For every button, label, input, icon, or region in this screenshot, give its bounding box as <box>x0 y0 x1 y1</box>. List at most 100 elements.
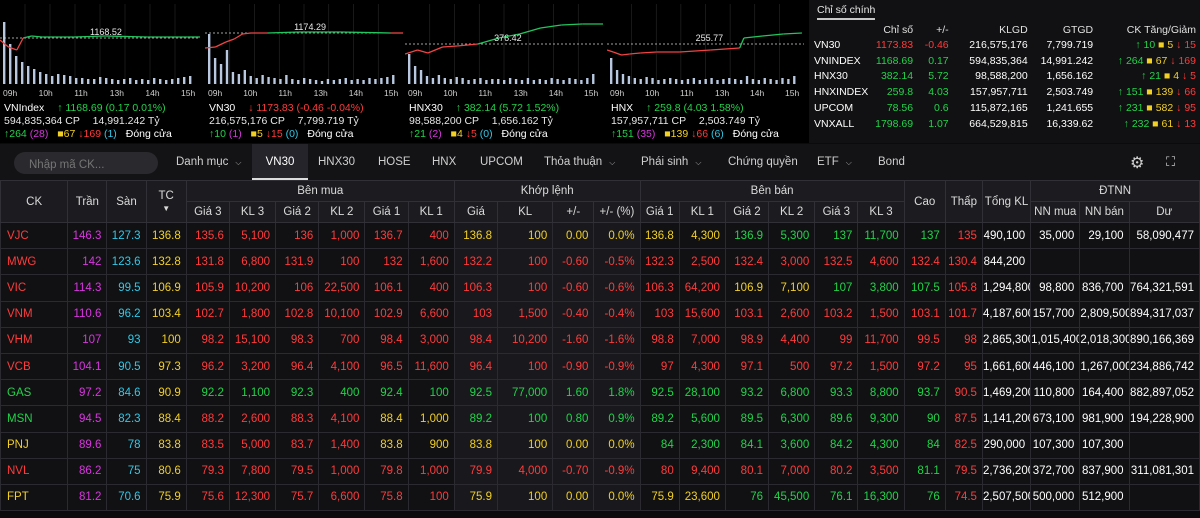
price-cell[interactable]: -0.5% <box>593 248 641 276</box>
price-cell[interactable]: 136.7 <box>364 221 409 250</box>
price-cell[interactable]: 97.3 <box>145 352 187 381</box>
price-cell[interactable]: 98 <box>944 326 983 354</box>
index-chart-vnindex[interactable]: 1168.52 09h 10h 11h 13h 14h 15h VNIndex ↑ 1168… <box>0 0 200 143</box>
price-cell[interactable]: 3,500 <box>857 457 905 485</box>
price-cell[interactable]: 107 <box>67 326 108 354</box>
gear-icon[interactable]: ⚙ <box>1130 153 1144 173</box>
price-cell[interactable]: 88.2 <box>185 405 230 433</box>
price-cell[interactable]: 234,886,742 <box>1128 352 1200 381</box>
subheader-gi-1[interactable]: Giá 1 <box>639 201 680 223</box>
price-cell[interactable]: 136.9 <box>724 221 770 250</box>
price-cell[interactable] <box>1128 483 1200 512</box>
price-cell[interactable]: 92.5 <box>639 379 680 407</box>
price-cell[interactable]: 100 <box>496 248 554 276</box>
price-cell[interactable]: 6,600 <box>407 300 455 328</box>
price-cell[interactable]: 157,700 <box>1030 300 1081 328</box>
price-cell[interactable]: 132.5 <box>814 248 859 276</box>
price-cell[interactable]: 4,100 <box>318 352 366 381</box>
price-cell[interactable]: 131.9 <box>275 248 320 276</box>
price-cell[interactable]: 110,800 <box>1030 379 1081 407</box>
price-cell[interactable]: 6,300 <box>768 405 816 433</box>
price-cell[interactable]: 101.7 <box>944 300 983 328</box>
price-cell[interactable]: 84.2 <box>814 431 859 459</box>
price-cell[interactable]: 90.5 <box>106 352 147 381</box>
tab-phái-sinh[interactable]: Phái sinh ⌵ <box>641 144 701 180</box>
stock-symbol[interactable]: GAS <box>0 379 69 407</box>
price-cell[interactable]: 98,800 <box>1030 274 1081 302</box>
price-cell[interactable]: 3,600 <box>768 431 816 459</box>
price-cell[interactable]: 103.4 <box>145 300 187 328</box>
price-cell[interactable]: 0.0% <box>593 221 641 250</box>
price-cell[interactable] <box>1030 248 1081 276</box>
col-high[interactable]: Cao <box>903 180 946 223</box>
price-cell[interactable]: 83.7 <box>275 431 320 459</box>
price-cell[interactable]: 764,321,591 <box>1128 274 1200 302</box>
index-panel-row[interactable]: HNXINDEX 259.8 4.03 157,957,711 2,503.74… <box>809 84 1200 100</box>
subheader-d-[interactable]: Dư <box>1128 201 1200 223</box>
price-cell[interactable]: 82.5 <box>944 431 983 459</box>
price-cell[interactable]: 96.4 <box>275 352 320 381</box>
price-cell[interactable]: 10,100 <box>318 300 366 328</box>
subheader-kl-2[interactable]: KL 2 <box>318 201 366 223</box>
stock-symbol[interactable]: MSN <box>0 405 69 433</box>
price-cell[interactable]: 15,100 <box>228 326 277 354</box>
price-cell[interactable]: 106.9 <box>724 274 770 302</box>
price-cell[interactable]: 0.9% <box>593 405 641 433</box>
price-cell[interactable]: 107,300 <box>1079 431 1130 459</box>
price-cell[interactable]: 81.1 <box>903 457 946 485</box>
price-cell[interactable]: 89.6 <box>814 405 859 433</box>
price-cell[interactable]: 83.8 <box>145 431 187 459</box>
price-cell[interactable]: 132 <box>364 248 409 276</box>
col-floor[interactable]: Sàn <box>106 180 147 223</box>
price-cell[interactable]: 1.60 <box>552 379 595 407</box>
price-cell[interactable]: 4,300 <box>678 221 726 250</box>
price-cell[interactable]: -0.60 <box>552 274 595 302</box>
price-cell[interactable]: 35,000 <box>1030 221 1081 250</box>
price-cell[interactable]: 136.8 <box>145 221 187 250</box>
price-cell[interactable]: 107.5 <box>903 274 946 302</box>
price-cell[interactable]: 136.8 <box>639 221 680 250</box>
price-cell[interactable]: 97.2 <box>903 352 946 381</box>
tab-upcom[interactable]: UPCOM <box>480 144 523 180</box>
price-cell[interactable]: 79.9 <box>453 457 499 485</box>
price-cell[interactable]: 4,300 <box>678 352 726 381</box>
price-cell[interactable]: 0.00 <box>552 221 595 250</box>
price-cell[interactable]: 2,809,500 <box>1079 300 1130 328</box>
price-cell[interactable]: 84.1 <box>724 431 770 459</box>
tab-chứng-quyền[interactable]: Chứng quyền <box>728 144 798 180</box>
price-cell[interactable]: 106.9 <box>145 274 187 302</box>
price-cell[interactable]: 137 <box>903 221 946 250</box>
price-cell[interactable]: 1,000 <box>407 457 455 485</box>
price-cell[interactable]: 89.2 <box>639 405 680 433</box>
price-cell[interactable]: 78 <box>106 431 147 459</box>
price-cell[interactable]: 512,900 <box>1079 483 1130 512</box>
price-cell[interactable]: 88.4 <box>364 405 409 433</box>
price-cell[interactable]: 132.2 <box>453 248 499 276</box>
price-cell[interactable]: 127.3 <box>106 221 147 250</box>
price-cell[interactable]: 0.00 <box>552 483 595 512</box>
subheader-kl-3[interactable]: KL 3 <box>857 201 905 223</box>
price-cell[interactable]: -0.40 <box>552 300 595 328</box>
price-cell[interactable]: 7,000 <box>768 457 816 485</box>
price-cell[interactable]: 2,500 <box>678 248 726 276</box>
price-cell[interactable]: 83.5 <box>185 431 230 459</box>
price-cell[interactable]: 123.6 <box>106 248 147 276</box>
price-cell[interactable]: 93.3 <box>814 379 859 407</box>
index-panel-row[interactable]: VN30 1173.83 -0.46 216,575,176 7,799.719… <box>809 37 1200 53</box>
index-chart-vn30[interactable]: 1174.29 09h 10h 11h 13h 14h 15h VN30 ↓ 1173.83… <box>205 0 403 143</box>
stock-symbol[interactable]: VJC <box>0 221 69 250</box>
price-cell[interactable]: 29,100 <box>1079 221 1130 250</box>
index-panel-row[interactable]: VNINDEX 1168.69 0.17 594,835,364 14,991.… <box>809 53 1200 69</box>
index-chart-hnx30[interactable]: 376.42 09h 10h 11h 13h 14h 15h HNX30 ↑ 382.14 … <box>405 0 603 143</box>
index-chart-hnx[interactable]: 255.77 09h 10h 11h 13h 14h 15h HNX ↑ 259.8 (4.… <box>607 0 804 143</box>
price-cell[interactable]: 0.0% <box>593 431 641 459</box>
price-cell[interactable]: 400 <box>318 379 366 407</box>
stock-search-input[interactable] <box>14 152 158 174</box>
price-cell[interactable]: 15,600 <box>678 300 726 328</box>
price-cell[interactable]: 3,000 <box>407 326 455 354</box>
price-cell[interactable]: 132.8 <box>145 248 187 276</box>
price-cell[interactable]: 10,200 <box>228 274 277 302</box>
price-cell[interactable]: 1,400 <box>318 431 366 459</box>
price-cell[interactable]: -0.60 <box>552 248 595 276</box>
price-cell[interactable]: 12,300 <box>228 483 277 512</box>
